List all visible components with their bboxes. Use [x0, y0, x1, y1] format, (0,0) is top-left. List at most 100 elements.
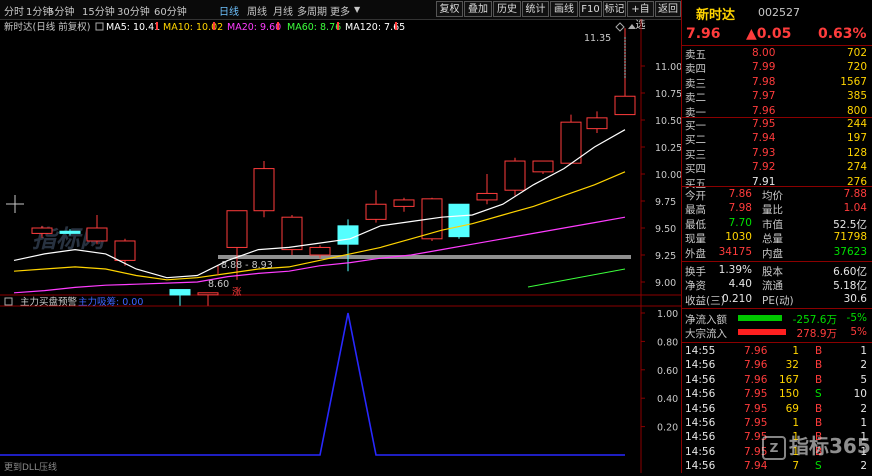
flow-bar: [738, 315, 782, 321]
tick-price: 7.95: [744, 417, 768, 429]
toolbar-button-2[interactable]: 历史: [493, 1, 521, 17]
toolbar-button-8[interactable]: 返回: [655, 1, 681, 17]
candle-5[interactable]: [197, 292, 219, 296]
stat-value: 30.6: [843, 292, 867, 305]
indicator-settings-icon[interactable]: [4, 297, 13, 306]
settings-icon[interactable]: [95, 22, 104, 31]
kline-chart[interactable]: 新时达(日线 前复权) MA5: 10.41 MA10: 10.02 MA20: 9.…: [0, 19, 682, 473]
stat-label: 外盘: [685, 247, 706, 260]
candle-14[interactable]: [448, 203, 470, 238]
candle-17[interactable]: [532, 160, 554, 173]
candle-2[interactable]: [86, 227, 108, 242]
timeframe-7[interactable]: 周线: [247, 3, 267, 18]
timeframe-3[interactable]: 15分钟: [82, 3, 115, 18]
tick-volume: 32: [785, 359, 799, 372]
candle-18[interactable]: [560, 121, 582, 164]
tick-price: 7.94: [744, 460, 768, 473]
stat-label: 量比: [762, 204, 783, 217]
ask-volume: 1567: [840, 75, 867, 88]
candle-12[interactable]: [393, 199, 415, 207]
price-change-pct: 0.63%: [818, 26, 867, 42]
tick-time: 14:55: [685, 345, 716, 357]
stat-label: 均价: [762, 190, 783, 202]
tick-count: 1: [860, 345, 867, 357]
ask-label: 卖四: [685, 63, 706, 76]
candle-11[interactable]: [365, 203, 387, 220]
ma60-line: [527, 268, 626, 288]
stat-value: 6.60亿: [833, 266, 867, 278]
ask-label: 卖五: [685, 49, 706, 61]
candle-10[interactable]: [337, 225, 359, 245]
timeframe-6[interactable]: 日线: [219, 3, 239, 18]
timeframe-8[interactable]: 月线: [273, 3, 293, 18]
range-annotation: 8.88 - 8.93: [221, 260, 273, 271]
diamond-icon[interactable]: [615, 22, 625, 32]
ask-volume: 702: [846, 47, 867, 59]
candle-8[interactable]: [281, 216, 303, 251]
timeframe-2[interactable]: 5分钟: [48, 3, 74, 18]
toolbar-button-1[interactable]: 叠加: [464, 1, 492, 17]
candle-16[interactable]: [504, 160, 526, 191]
bid-label: 买三: [685, 148, 706, 161]
tick-row: 14:55 7.96 1 B 1: [682, 345, 872, 359]
toolbar-button-6[interactable]: 标记: [603, 1, 626, 17]
ask-price: 7.96: [752, 104, 776, 117]
stat-value: 1030: [725, 231, 752, 244]
tick-side: B: [815, 359, 823, 372]
ask-volume: 800: [846, 104, 867, 117]
candle-9[interactable]: [309, 246, 331, 256]
tick-row: 14:56 7.96 32 B 2: [682, 359, 872, 373]
indicator-title: 主力买盘预警: [20, 296, 78, 308]
low-annotation: 8.60: [208, 279, 229, 290]
tick-count: 2: [860, 402, 867, 415]
candle-1[interactable]: [59, 230, 81, 234]
candle-19[interactable]: [586, 117, 608, 130]
candle-3[interactable]: [114, 240, 136, 261]
toolbar-button-7[interactable]: +自选: [627, 1, 654, 31]
stat-row: 换手 1.39% 股本 6.60亿: [682, 264, 872, 278]
tick-count: 2: [860, 359, 867, 372]
tick-row: 14:56 7.95 1 B 1: [682, 417, 872, 431]
price-change: ▲0.05: [746, 26, 792, 42]
tick-row: 14:56 7.95 69 B 2: [682, 403, 872, 417]
timeframe-5[interactable]: 60分钟: [154, 3, 187, 18]
candle-6[interactable]: [226, 210, 248, 248]
indicator-value: 主力吸筹: 0.00: [78, 296, 143, 308]
tick-side: S: [815, 460, 822, 473]
timeframe-9[interactable]: 多周期: [297, 3, 327, 18]
tick-count: 1: [860, 417, 867, 429]
bid-volume: 244: [846, 118, 867, 130]
tick-side: B: [815, 373, 823, 386]
bid-volume: 128: [846, 146, 867, 159]
timeframe-10[interactable]: 更多: [330, 3, 350, 18]
price-tick-2: 10.50: [655, 116, 681, 127]
tick-price: 7.95: [744, 388, 768, 401]
flow-row: 净流入额 -257.6万 -5%: [682, 312, 872, 326]
stat-label: 换手: [685, 266, 706, 278]
bid-row: 买二 7.94 197: [682, 132, 872, 146]
stat-label: 现量: [685, 233, 706, 246]
more-dropdown-icon[interactable]: ▼: [354, 5, 360, 14]
toolbar-button-0[interactable]: 复权: [436, 1, 463, 17]
timeframe-4[interactable]: 30分钟: [117, 3, 150, 18]
tick-side: B: [815, 345, 823, 357]
candle-4[interactable]: [169, 289, 191, 296]
candle-0[interactable]: [31, 227, 53, 234]
candle-15[interactable]: [476, 192, 498, 201]
timeframe-0[interactable]: 分时: [4, 3, 24, 18]
ask-row: 卖五 8.00 702: [682, 47, 872, 61]
stat-value: 7.70: [728, 216, 752, 229]
chart-area[interactable]: 新时达(日线 前复权) MA5: 10.41 MA10: 10.02 MA20: 9.…: [0, 19, 682, 473]
triangle-icon[interactable]: [628, 24, 636, 29]
tick-volume: 150: [778, 388, 799, 401]
toolbar-button-3[interactable]: 统计: [522, 1, 549, 17]
ma-marker-4: [395, 22, 397, 30]
toolbar-button-5[interactable]: F10: [579, 1, 602, 17]
candle-7[interactable]: [253, 168, 275, 212]
toolbar-button-4[interactable]: 画线: [550, 1, 578, 17]
candle-20[interactable]: [614, 95, 636, 116]
stock-code: 002527: [758, 6, 800, 19]
tick-time: 14:56: [685, 417, 716, 429]
stat-value: 1.04: [843, 202, 867, 215]
ask-price: 7.97: [752, 90, 776, 103]
